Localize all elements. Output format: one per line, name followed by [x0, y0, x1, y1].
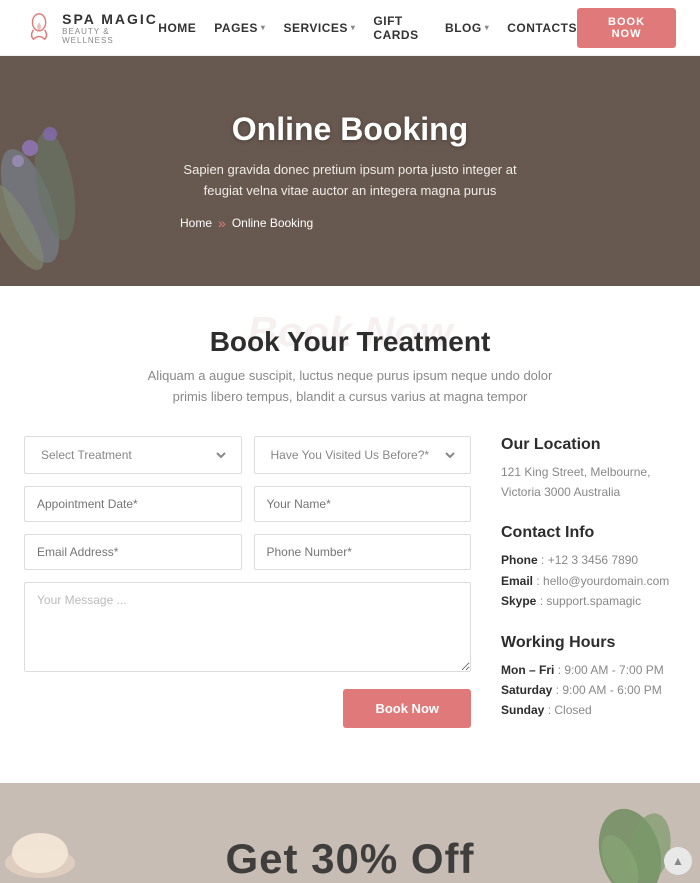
form-row-1: Select Treatment Have You Visited Us Bef… [24, 436, 471, 474]
nav-contacts[interactable]: CONTACTS [507, 21, 577, 35]
sidebar-hours: Working Hours Mon – Fri : 9:00 AM - 7:00… [501, 634, 676, 721]
section-header: Book Now Book Your Treatment Aliquam a a… [24, 326, 676, 408]
nav-services[interactable]: SERVICES ▾ [283, 21, 355, 35]
nav-blog[interactable]: BLOG ▾ [445, 21, 489, 35]
scroll-to-top-button[interactable]: ▲ [664, 847, 692, 875]
logo-icon [24, 12, 54, 44]
contact-skype: Skype : support.spamagic [501, 591, 676, 611]
phone-field[interactable] [254, 534, 472, 570]
logo[interactable]: SPA MAGIC BEAUTY & WELLNESS [24, 11, 158, 45]
hours-mon-fri: Mon – Fri : 9:00 AM - 7:00 PM [501, 660, 676, 680]
scroll-top-icon: ▲ [672, 854, 684, 868]
email-value: hello@yourdomain.com [543, 574, 669, 588]
booking-area: Select Treatment Have You Visited Us Bef… [24, 436, 676, 783]
location-title: Our Location [501, 436, 676, 454]
submit-book-button[interactable]: Book Now [343, 689, 471, 728]
message-textarea[interactable] [24, 582, 471, 672]
date-input[interactable] [37, 497, 229, 511]
breadcrumb-home[interactable]: Home [180, 216, 212, 230]
skype-label: Skype [501, 594, 536, 608]
services-dropdown-arrow: ▾ [351, 23, 356, 32]
nav-home[interactable]: HOME [158, 21, 196, 35]
mon-fri-label: Mon – Fri [501, 663, 554, 677]
contact-email: Email : hello@yourdomain.com [501, 571, 676, 591]
sidebar-contact: Contact Info Phone : +12 3 3456 7890 Ema… [501, 524, 676, 611]
sidebar: Our Location 121 King Street, Melbourne,… [501, 436, 676, 743]
phone-label: Phone [501, 553, 538, 567]
skype-value: support.spamagic [546, 594, 641, 608]
footer-promo-text: Get 30% Off [225, 835, 474, 883]
sun-value: Closed [554, 703, 591, 717]
hours-saturday: Saturday : 9:00 AM - 6:00 PM [501, 680, 676, 700]
header-booknow-button[interactable]: BOOK NOW [577, 8, 676, 48]
sat-value: 9:00 AM - 6:00 PM [562, 683, 661, 697]
pages-dropdown-arrow: ▾ [261, 23, 266, 32]
form-row-3 [24, 534, 471, 570]
treatment-select[interactable]: Select Treatment [37, 447, 229, 463]
name-input[interactable] [267, 497, 459, 511]
main-nav: HOME PAGES ▾ SERVICES ▾ GIFT CARDS BLOG … [158, 14, 577, 42]
section-title: Book Your Treatment [24, 326, 676, 358]
hero-flowers-decoration [0, 86, 140, 286]
form-row-2 [24, 486, 471, 522]
sidebar-location: Our Location 121 King Street, Melbourne,… [501, 436, 676, 503]
booking-form: Select Treatment Have You Visited Us Bef… [24, 436, 471, 743]
header: SPA MAGIC BEAUTY & WELLNESS HOME PAGES ▾… [0, 0, 700, 56]
email-field[interactable] [24, 534, 242, 570]
hero-section: Online Booking Sapien gravida donec pret… [0, 56, 700, 286]
logo-sub: BEAUTY & WELLNESS [62, 27, 158, 45]
footer-bowl-decoration [0, 803, 80, 883]
phone-input[interactable] [267, 545, 459, 559]
breadcrumb-current: Online Booking [232, 216, 313, 230]
nav-gift-cards[interactable]: GIFT CARDS [373, 14, 427, 42]
hero-title: Online Booking [180, 111, 520, 148]
location-text: 121 King Street, Melbourne, Victoria 300… [501, 462, 676, 503]
blog-dropdown-arrow: ▾ [485, 23, 490, 32]
contact-title: Contact Info [501, 524, 676, 542]
visited-field[interactable]: Have You Visited Us Before?* [254, 436, 472, 474]
contact-phone: Phone : +12 3 3456 7890 [501, 550, 676, 570]
footer-leaf-decoration [580, 793, 680, 883]
treatment-field[interactable]: Select Treatment [24, 436, 242, 474]
phone-value: +12 3 3456 7890 [548, 553, 638, 567]
footer-band: Get 30% Off ▲ [0, 783, 700, 883]
main-content: Book Now Book Your Treatment Aliquam a a… [0, 286, 700, 783]
hero-desc: Sapien gravida donec pretium ipsum porta… [180, 160, 520, 202]
sat-label: Saturday [501, 683, 552, 697]
email-label: Email [501, 574, 533, 588]
nav-pages[interactable]: PAGES ▾ [214, 21, 265, 35]
email-input[interactable] [37, 545, 229, 559]
name-field[interactable] [254, 486, 472, 522]
breadcrumb: Home » Online Booking [180, 215, 520, 231]
visited-select[interactable]: Have You Visited Us Before?* [267, 447, 459, 463]
hero-content: Online Booking Sapien gravida donec pret… [180, 111, 520, 232]
hours-sunday: Sunday : Closed [501, 700, 676, 720]
sun-label: Sunday [501, 703, 544, 717]
mon-fri-value: 9:00 AM - 7:00 PM [564, 663, 663, 677]
section-desc: Aliquam a augue suscipit, luctus neque p… [140, 366, 560, 408]
hours-title: Working Hours [501, 634, 676, 652]
date-field[interactable] [24, 486, 242, 522]
breadcrumb-separator: » [218, 215, 226, 231]
logo-name: SPA MAGIC [62, 11, 158, 27]
